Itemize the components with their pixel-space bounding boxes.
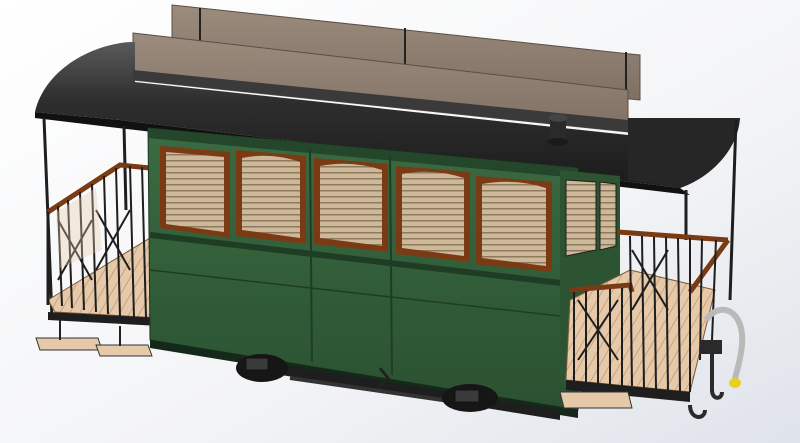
roof-lamp [548, 114, 568, 146]
window-1 [160, 146, 230, 238]
tram-coach-render [0, 0, 800, 443]
wheelset-front [236, 354, 288, 382]
window-2 [236, 150, 306, 244]
window-5 [476, 176, 552, 272]
window-3 [314, 158, 388, 252]
window-4 [396, 166, 470, 262]
wheelset-rear [442, 384, 498, 412]
